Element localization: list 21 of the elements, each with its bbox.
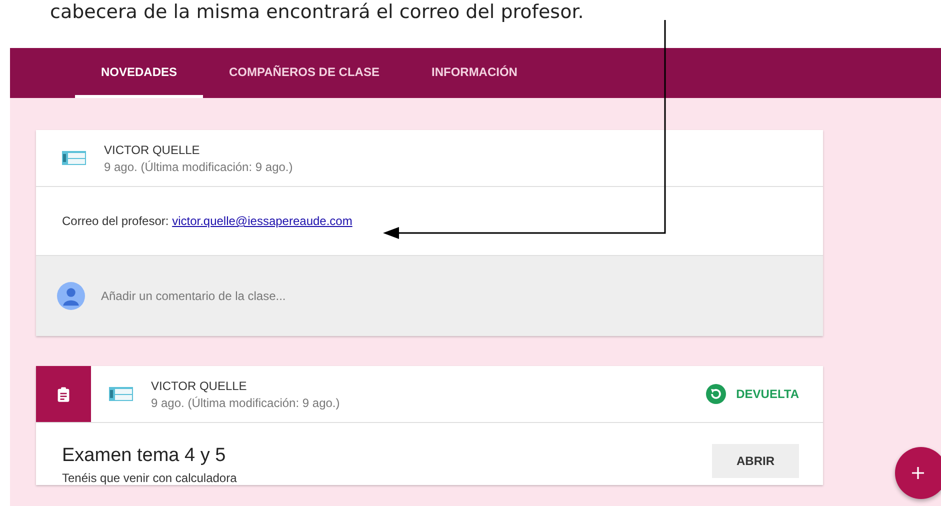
clipboard-icon — [57, 386, 70, 402]
open-button[interactable]: ABRIR — [712, 444, 799, 478]
assignment-title: Examen tema 4 y 5 — [62, 445, 227, 467]
logo-icon — [62, 151, 86, 165]
logo-icon — [109, 387, 133, 401]
post-text: Correo del profesor: victor.quelle@iessapereaude.com — [62, 214, 352, 228]
author-name: VICTOR QUELLE — [104, 142, 201, 156]
post-date: 9 ago. (Última modificación: 9 ago.) — [104, 160, 293, 174]
comment-field[interactable]: Añadir un comentario de la clase... — [99, 288, 503, 304]
avatar-icon — [57, 282, 85, 310]
tab[interactable]: INFORMACIÓN — [405, 48, 544, 98]
tab[interactable]: COMPAÑEROS DE CLASE — [203, 48, 406, 98]
status-label: DEVUELTA — [736, 387, 799, 401]
plus-icon — [911, 466, 925, 480]
return-icon — [706, 384, 726, 404]
email-link[interactable]: victor.quelle@iessapereaude.com — [172, 214, 352, 228]
post-date: 9 ago. (Última modificación: 9 ago.) — [151, 396, 340, 410]
author-name: VICTOR QUELLE — [151, 378, 248, 392]
caption-text: cabecera de la misma encontrará el correo del profesor. — [49, 0, 585, 25]
tab[interactable]: NOVEDADES — [75, 48, 204, 98]
assignment-description: Tenéis que venir con calculadora — [62, 471, 237, 485]
